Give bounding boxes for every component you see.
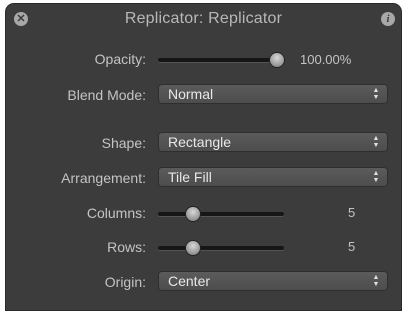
rows-slider[interactable] xyxy=(158,241,284,255)
replicator-inspector-panel: ✕ Replicator: Replicator i Opacity: 100.… xyxy=(6,4,401,310)
shape-value: Rectangle xyxy=(168,134,232,150)
shape-popup[interactable]: Rectangle ▲ ▼ xyxy=(158,132,388,152)
origin-popup[interactable]: Center ▲ ▼ xyxy=(158,271,388,291)
columns-value[interactable]: 5 xyxy=(348,205,355,220)
popup-arrows-icon: ▲ ▼ xyxy=(372,87,380,101)
title-bar[interactable]: ✕ Replicator: Replicator i xyxy=(6,4,401,34)
arrangement-popup[interactable]: Tile Fill ▲ ▼ xyxy=(158,167,388,187)
origin-label: Origin: xyxy=(104,274,146,290)
info-icon[interactable]: i xyxy=(381,12,395,26)
rows-value[interactable]: 5 xyxy=(348,239,355,254)
popup-arrows-icon: ▲ ▼ xyxy=(372,135,380,149)
popup-arrows-icon: ▲ ▼ xyxy=(372,274,380,288)
rows-slider-thumb[interactable] xyxy=(186,241,200,255)
origin-value: Center xyxy=(168,273,211,289)
rows-label: Rows: xyxy=(107,239,146,255)
window-title: Replicator: Replicator xyxy=(124,10,283,27)
arrangement-value: Tile Fill xyxy=(168,169,212,185)
blend-mode-value: Normal xyxy=(168,86,214,102)
blend-mode-popup[interactable]: Normal ▲ ▼ xyxy=(158,84,388,104)
shape-label: Shape: xyxy=(101,135,146,151)
popup-arrows-icon: ▲ ▼ xyxy=(372,170,380,184)
columns-slider-thumb[interactable] xyxy=(186,207,200,221)
opacity-value[interactable]: 100.00% xyxy=(300,52,351,67)
arrangement-label: Arrangement: xyxy=(61,170,146,186)
columns-slider[interactable] xyxy=(158,207,284,221)
opacity-slider[interactable] xyxy=(158,53,284,67)
blend-mode-label: Blend Mode: xyxy=(67,87,146,103)
columns-label: Columns: xyxy=(86,205,146,221)
opacity-slider-thumb[interactable] xyxy=(270,53,284,67)
opacity-label: Opacity: xyxy=(94,51,146,67)
